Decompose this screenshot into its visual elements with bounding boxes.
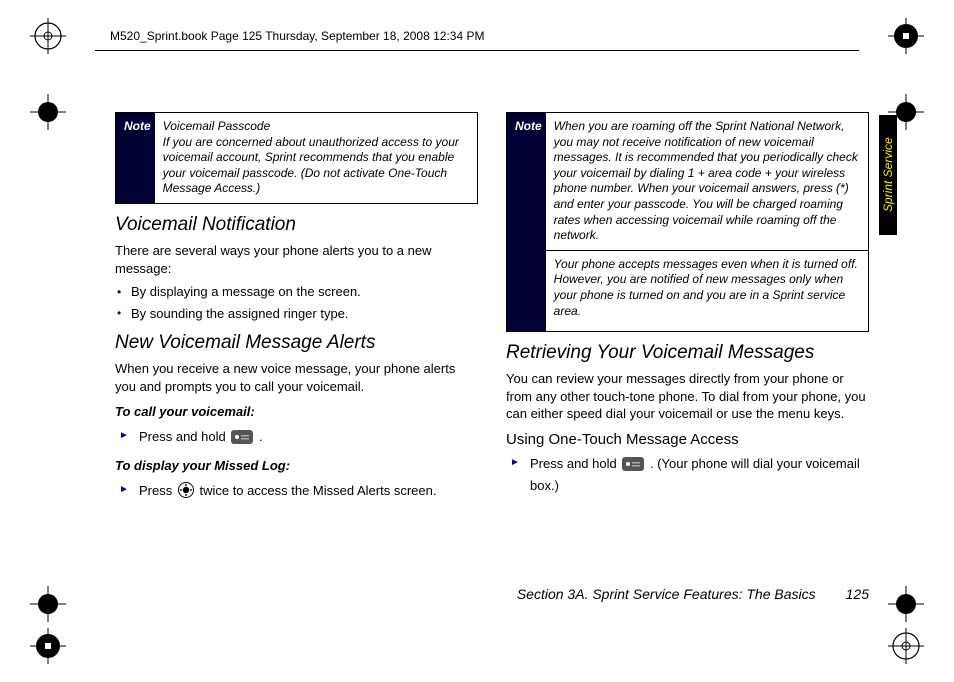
section-side-tab: Sprint Service: [879, 115, 897, 235]
list-item: By sounding the assigned ringer type.: [115, 305, 478, 323]
subheading-one-touch: Using One-Touch Message Access: [506, 431, 869, 448]
header-rule: [95, 50, 859, 51]
note-box-passcode: Note Voicemail Passcode If you are conce…: [115, 112, 478, 204]
key-1-icon: [622, 457, 644, 477]
key-1-icon: [231, 430, 253, 450]
instruction-call-voicemail: To call your voicemail:: [115, 403, 478, 421]
step-text: Press: [139, 483, 176, 498]
paragraph: When you receive a new voice message, yo…: [115, 360, 478, 395]
note-text-2: Your phone accepts messages even when it…: [546, 250, 868, 319]
note-label: Note: [507, 113, 546, 331]
step-text-tail: twice to access the Missed Alerts screen…: [199, 483, 436, 498]
print-header: M520_Sprint.book Page 125 Thursday, Sept…: [40, 24, 914, 48]
content: Note Voicemail Passcode If you are conce…: [115, 112, 869, 622]
note-label: Note: [116, 113, 155, 203]
bullet-list: By displaying a message on the screen. B…: [115, 283, 478, 322]
note-body: Voicemail Passcode If you are concerned …: [155, 113, 477, 203]
note-title: Voicemail Passcode: [163, 119, 271, 133]
page-footer: Section 3A. Sprint Service Features: The…: [115, 586, 869, 602]
step-text: Press and hold: [139, 429, 229, 444]
crop-ornament-bottom-mid-left: [30, 586, 66, 622]
instruction-missed-log: To display your Missed Log:: [115, 457, 478, 475]
heading-retrieve-voicemail: Retrieving Your Voicemail Messages: [506, 342, 869, 364]
step-item: Press and hold .: [115, 427, 478, 450]
right-column: Note When you are roaming off the Sprint…: [506, 112, 869, 622]
step-item: Press twice to access the Missed Alerts …: [115, 481, 478, 504]
heading-voicemail-notification: Voicemail Notification: [115, 214, 478, 236]
step-item: Press and hold . (Your phone will dial y…: [506, 454, 869, 496]
list-item: By displaying a message on the screen.: [115, 283, 478, 301]
page: M520_Sprint.book Page 125 Thursday, Sept…: [0, 0, 954, 682]
crop-ornament-left: [30, 94, 66, 130]
crop-ornament-bottom-left: [30, 628, 66, 664]
heading-new-voicemail-alerts: New Voicemail Message Alerts: [115, 332, 478, 354]
footer-section-title: Section 3A. Sprint Service Features: The…: [517, 586, 816, 602]
note-body: When you are roaming off the Sprint Nati…: [546, 113, 868, 331]
paragraph: You can review your messages directly fr…: [506, 370, 869, 423]
crop-ornament-bottom-right: [888, 628, 924, 664]
print-header-text: M520_Sprint.book Page 125 Thursday, Sept…: [110, 29, 484, 43]
section-side-tab-label: Sprint Service: [881, 138, 895, 213]
nav-key-icon: [178, 482, 194, 504]
step-text-tail: .: [259, 429, 263, 444]
crop-ornament-bottom-mid-right: [888, 586, 924, 622]
page-number: 125: [846, 586, 869, 602]
step-text: Press and hold: [530, 456, 620, 471]
note-box-roaming: Note When you are roaming off the Sprint…: [506, 112, 869, 332]
note-text: When you are roaming off the Sprint Nati…: [554, 119, 858, 242]
note-text: If you are concerned about unauthorized …: [163, 135, 459, 196]
paragraph: There are several ways your phone alerts…: [115, 242, 478, 277]
left-column: Note Voicemail Passcode If you are conce…: [115, 112, 478, 622]
